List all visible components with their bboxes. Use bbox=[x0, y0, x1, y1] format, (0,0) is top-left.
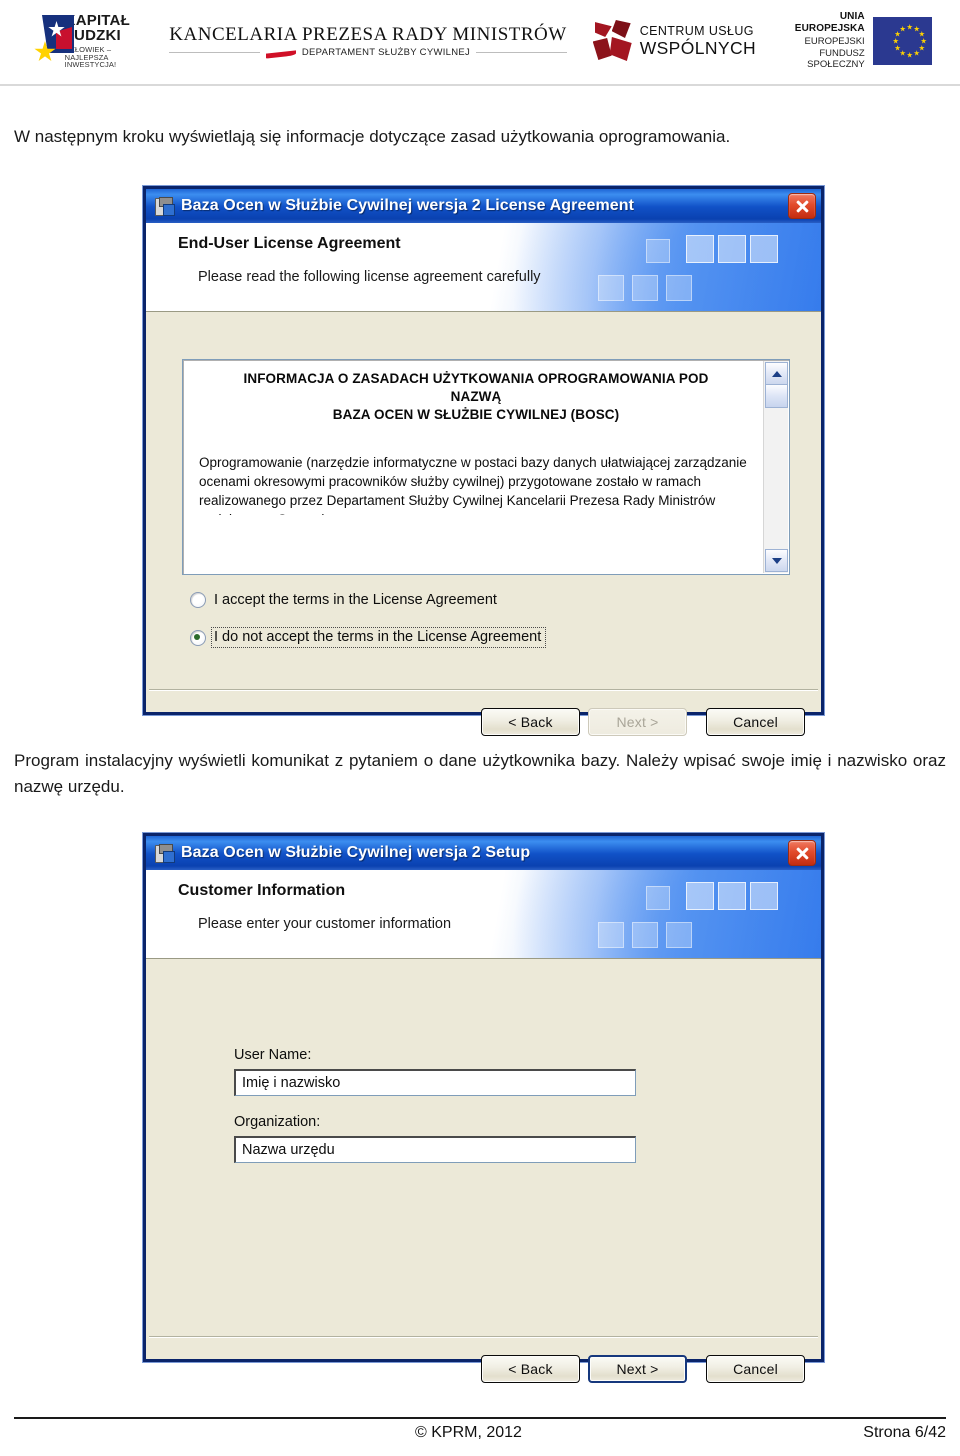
license-back-button[interactable]: < Back bbox=[481, 708, 580, 736]
license-heading-line1: INFORMACJA O ZASADACH UŻYTKOWANIA OPROGR… bbox=[243, 371, 709, 386]
license-cancel-label: Cancel bbox=[733, 714, 778, 730]
organization-label: Organization: bbox=[234, 1114, 321, 1130]
radio-accept-indicator[interactable] bbox=[190, 592, 206, 608]
ue-line1: UNIA EUROPEJSKA bbox=[794, 10, 865, 35]
scrollbar-thumb[interactable] bbox=[765, 384, 788, 408]
radio-decline-license[interactable]: I do not accept the terms in the License… bbox=[190, 627, 547, 648]
logo-centrum-uslug-wspolnych: CENTRUM USŁUG WSPÓLNYCH bbox=[592, 20, 757, 62]
eu-star-icon bbox=[918, 45, 925, 51]
eu-star-icon bbox=[918, 31, 925, 37]
customer-cancel-label: Cancel bbox=[733, 1361, 778, 1377]
license-banner-subtitle: Please read the following license agreem… bbox=[198, 269, 541, 285]
eu-flag-icon bbox=[872, 17, 932, 65]
license-body-text: Oprogramowanie (narzędzie informatyczne … bbox=[199, 454, 747, 515]
license-heading-line2: NAZWĄ bbox=[450, 389, 502, 405]
close-icon[interactable] bbox=[788, 193, 816, 219]
cuw-pinwheel-icon bbox=[592, 20, 633, 62]
radio-accept-license[interactable]: I accept the terms in the License Agreem… bbox=[190, 592, 497, 608]
eu-star-icon bbox=[892, 38, 899, 44]
eu-star-icon bbox=[899, 25, 906, 32]
license-banner-title: End-User License Agreement bbox=[178, 235, 401, 252]
kapital-ludzki-title: KAPITAŁ LUDZKI bbox=[64, 12, 130, 45]
license-agreement-dialog: Baza Ocen w Służbie Cywilnej wersja 2 Li… bbox=[143, 186, 824, 736]
ue-line3: FUNDUSZ SPOŁECZNY bbox=[807, 47, 865, 71]
eu-star-icon bbox=[906, 52, 913, 58]
customer-dialog-titlebar[interactable]: Baza Ocen w Służbie Cywilnej wersja 2 Se… bbox=[143, 833, 824, 870]
paragraph-intro: W następnym kroku wyświetlają się inform… bbox=[14, 127, 731, 146]
license-scrollbar[interactable] bbox=[763, 361, 788, 573]
license-text-box[interactable]: INFORMACJA O ZASADACH UŻYTKOWANIA OPROGR… bbox=[182, 359, 790, 575]
paragraph-customer-info: Program instalacyjny wyświetli komunikat… bbox=[14, 751, 946, 796]
scroll-down-icon[interactable] bbox=[765, 549, 788, 572]
license-next-button: Next > bbox=[588, 708, 687, 736]
user-name-label: User Name: bbox=[234, 1047, 312, 1063]
radio-decline-label: I do not accept the terms in the License… bbox=[211, 627, 547, 648]
logo-kprm: KANCELARIA PREZESA RADY MINISTRÓW DEPART… bbox=[169, 23, 567, 59]
license-dialog-titlebar[interactable]: Baza Ocen w Służbie Cywilnej wersja 2 Li… bbox=[143, 186, 824, 223]
installer-icon bbox=[154, 843, 175, 863]
customer-dialog-banner: Customer Information Please enter your c… bbox=[146, 870, 821, 959]
kprm-subtitle: DEPARTAMENT SŁUŻBY CYWILNEJ bbox=[301, 46, 471, 58]
logo-unia-europejska: UNIA EUROPEJSKA EUROPEJSKI FUNDUSZ SPOŁE… bbox=[780, 11, 932, 72]
eu-star-icon bbox=[920, 38, 927, 44]
radio-decline-indicator[interactable] bbox=[190, 629, 206, 646]
logo-kapital-ludzki: KAPITAŁ LUDZKI CZŁOWIEK – NAJLEPSZA INWE… bbox=[34, 13, 147, 69]
customer-banner-title: Customer Information bbox=[178, 882, 346, 899]
cuw-line1: CENTRUM USŁUG bbox=[639, 23, 754, 38]
organization-input[interactable]: Nazwa urzędu bbox=[234, 1136, 636, 1163]
kprm-title: KANCELARIA PREZESA RADY MINISTRÓW bbox=[169, 23, 567, 45]
radio-accept-label: I accept the terms in the License Agreem… bbox=[214, 592, 497, 608]
ue-line2: EUROPEJSKI bbox=[804, 35, 865, 47]
close-icon[interactable] bbox=[788, 840, 816, 866]
eu-star-icon bbox=[913, 25, 920, 32]
customer-dialog-title: Baza Ocen w Służbie Cywilnej wersja 2 Se… bbox=[181, 844, 531, 861]
eu-star-icon bbox=[894, 45, 901, 51]
customer-information-dialog: Baza Ocen w Służbie Cywilnej wersja 2 Se… bbox=[143, 833, 824, 1383]
license-dialog-title: Baza Ocen w Służbie Cywilnej wersja 2 Li… bbox=[181, 197, 635, 214]
license-heading-line3: BAZA OCEN W SŁUŻBIE CYWILNEJ (BOSC) bbox=[332, 407, 620, 423]
eu-star-icon bbox=[906, 24, 913, 30]
scroll-up-icon[interactable] bbox=[765, 362, 788, 385]
license-dialog-banner: End-User License Agreement Please read t… bbox=[146, 223, 821, 312]
kapital-ludzki-tagline: CZŁOWIEK – NAJLEPSZA INWESTYCJA! bbox=[64, 45, 117, 70]
license-cancel-button[interactable]: Cancel bbox=[706, 708, 805, 736]
license-back-label: < Back bbox=[508, 714, 553, 730]
license-next-label: Next > bbox=[616, 714, 659, 730]
eu-star-icon bbox=[913, 50, 920, 56]
eu-star-icon bbox=[899, 50, 906, 56]
cuw-line2: WSPÓLNYCH bbox=[639, 37, 757, 58]
footer-copyright: © KPRM, 2012 bbox=[415, 1424, 522, 1441]
footer-divider bbox=[14, 1417, 946, 1419]
eu-star-icon bbox=[894, 31, 901, 37]
customer-back-button[interactable]: < Back bbox=[481, 1355, 580, 1383]
polish-flag-icon bbox=[265, 46, 296, 59]
customer-next-button[interactable]: Next > bbox=[588, 1355, 687, 1383]
user-name-input[interactable]: Imię i nazwisko bbox=[234, 1069, 636, 1096]
customer-back-label: < Back bbox=[508, 1361, 553, 1377]
customer-cancel-button[interactable]: Cancel bbox=[706, 1355, 805, 1383]
footer-page-number: Strona 6/42 bbox=[863, 1424, 946, 1441]
page-header-banner: KAPITAŁ LUDZKI CZŁOWIEK – NAJLEPSZA INWE… bbox=[0, 0, 960, 86]
customer-next-label: Next > bbox=[616, 1361, 659, 1377]
installer-icon bbox=[154, 196, 175, 216]
kapital-ludzki-icon bbox=[34, 15, 74, 67]
customer-banner-subtitle: Please enter your customer information bbox=[198, 916, 452, 932]
